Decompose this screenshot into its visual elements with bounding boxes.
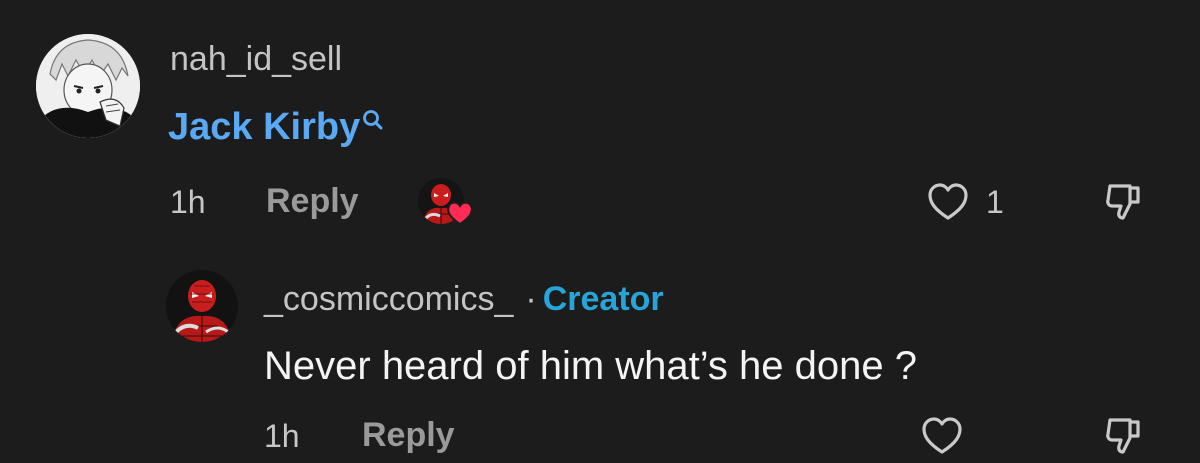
search-icon [362,102,384,130]
reply-avatar[interactable] [166,270,238,342]
dislike-icon[interactable] [1104,180,1144,224]
comment-username[interactable]: nah_id_sell [170,40,342,79]
comment-timestamp: 1h [170,184,206,220]
creator-heart-icon [446,200,474,226]
dislike-icon[interactable] [1104,414,1144,458]
like-count: 1 [986,184,1004,220]
separator-dot: · [525,280,537,318]
creator-liked-badge [418,178,476,230]
reply-text: Never heard of him what’s he done ? [264,344,917,388]
reply-avatar-image [166,270,238,342]
reply-timestamp: 1h [264,418,300,454]
reply-username-line: _cosmiccomics_ · Creator [264,280,664,319]
avatar[interactable] [36,34,140,138]
creator-badge: Creator [542,280,664,318]
reply-button[interactable]: Reply [266,182,359,221]
reply-reply-button[interactable]: Reply [362,416,455,455]
avatar-image [36,34,140,138]
comment-search-link[interactable]: Jack Kirby [168,106,384,149]
heart-icon[interactable] [920,416,964,456]
heart-icon[interactable] [926,182,970,222]
comment-text: Jack Kirby [168,106,361,148]
reply-username[interactable]: _cosmiccomics_ [264,280,513,318]
comment-thread: nah_id_sell Jack Kirby 1h Reply 1 _cosmi… [0,0,1200,463]
